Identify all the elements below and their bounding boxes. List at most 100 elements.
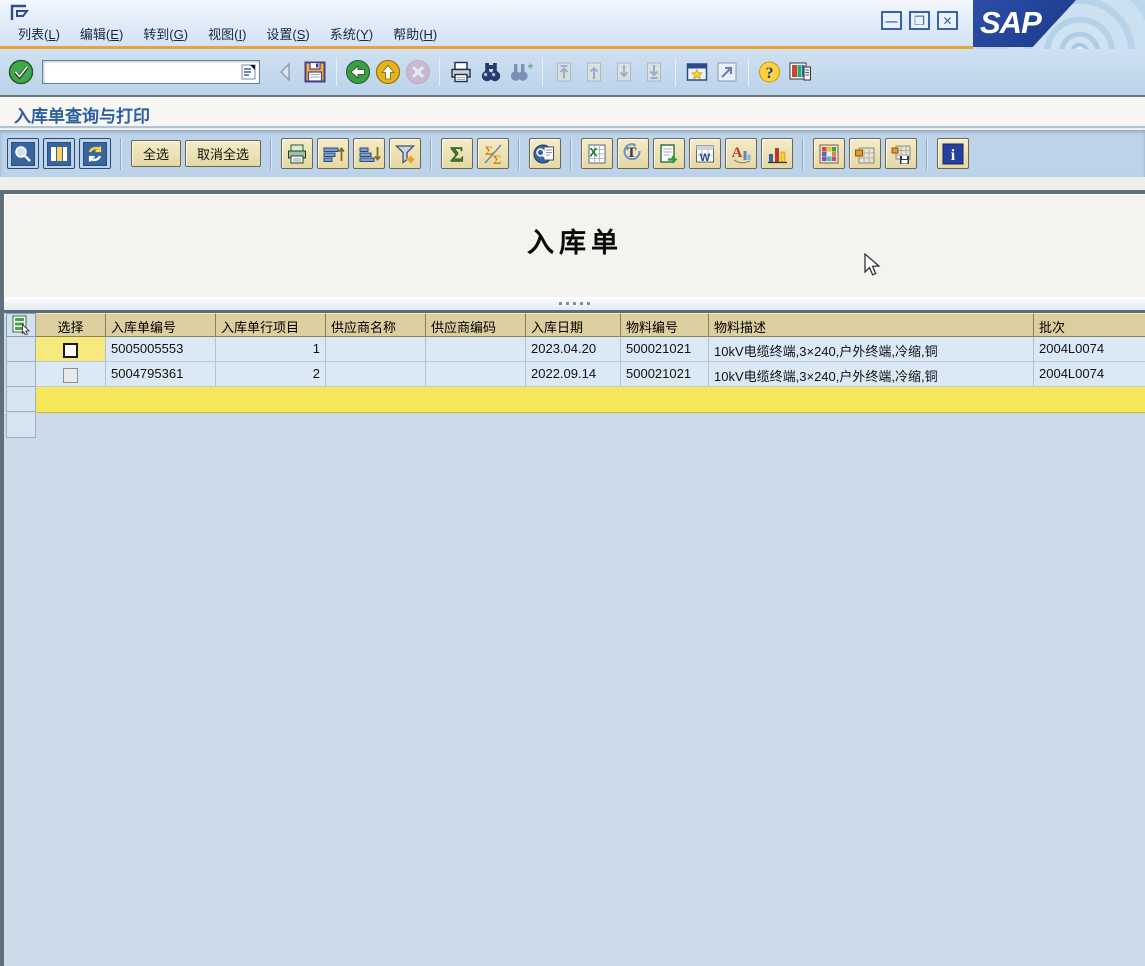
splitter-handle[interactable] (4, 297, 1145, 313)
content-area: 入库单 选择入库单编号入库单行项目供应商名称供应商编码入库日期物料编号物料描述批… (0, 177, 1145, 966)
table-cell[interactable]: 5005005553 (106, 337, 216, 362)
menu-item-L[interactable]: 列表(L) (18, 24, 60, 43)
mail-recipient-button[interactable]: W (689, 138, 721, 169)
local-file-button[interactable] (653, 138, 685, 169)
find-next-button[interactable] (506, 57, 536, 87)
back-button[interactable] (343, 57, 373, 87)
table-cell[interactable]: 2004L0074 (1034, 362, 1145, 387)
row-selector[interactable] (6, 337, 36, 362)
graphics-button[interactable] (761, 138, 793, 169)
column-header-1[interactable]: 入库单编号 (106, 313, 216, 337)
select-all-corner-button[interactable] (6, 313, 36, 337)
menu-item-G[interactable]: 转到(G) (143, 24, 188, 43)
table-cell[interactable]: 10kV电缆终端,3×240,户外终端,冷缩,铜 (709, 362, 1034, 387)
change-layout-button[interactable] (849, 138, 881, 169)
table-cell[interactable]: 2004L0074 (1034, 337, 1145, 362)
save-button[interactable] (300, 57, 330, 87)
find-button[interactable] (476, 57, 506, 87)
table-cell[interactable] (36, 362, 106, 387)
print-preview-button[interactable] (529, 138, 561, 169)
new-session-button[interactable] (682, 57, 712, 87)
table-cell[interactable]: 500021021 (621, 362, 709, 387)
row-checkbox[interactable] (63, 368, 78, 383)
collapse-command-field-button[interactable] (270, 57, 300, 87)
choose-layout-icon (817, 142, 841, 166)
minimize-button[interactable]: — (881, 11, 902, 30)
details-button[interactable] (7, 138, 39, 169)
abc-analysis-button[interactable]: A (725, 138, 757, 169)
total-button[interactable]: Σ (441, 138, 473, 169)
toolbar-separator (518, 138, 520, 170)
save-layout-button[interactable] (885, 138, 917, 169)
list-print-icon (285, 142, 309, 166)
table-cell[interactable]: 2022.09.14 (526, 362, 621, 387)
cancel-button[interactable] (403, 57, 433, 87)
column-header-0[interactable]: 选择 (36, 313, 106, 337)
column-header-2[interactable]: 入库单行项目 (216, 313, 326, 337)
table-cell[interactable]: 5004795361 (106, 362, 216, 387)
toolbar-separator (542, 58, 543, 86)
column-header-8[interactable]: 批次 (1034, 313, 1145, 337)
select-all-button[interactable]: 全选 (131, 140, 181, 167)
highlight-cell[interactable] (36, 387, 1145, 413)
deselect-all-button[interactable]: 取消全选 (185, 140, 261, 167)
exit-button[interactable] (373, 57, 403, 87)
menu-item-Y[interactable]: 系统(Y) (330, 24, 373, 43)
table-cell[interactable]: 500021021 (621, 337, 709, 362)
table-row[interactable]: 50050055531 2023.04.2050002102110kV电缆终端,3… (6, 337, 1145, 362)
page-down-button[interactable] (609, 57, 639, 87)
table-cell[interactable]: 1 (216, 337, 326, 362)
row-selector[interactable] (6, 413, 36, 438)
excel-export-button[interactable]: X (581, 138, 613, 169)
customize-layout-button[interactable] (785, 57, 815, 87)
command-field[interactable] (42, 60, 260, 84)
table-cell[interactable]: 2023.04.20 (526, 337, 621, 362)
column-header-6[interactable]: 物料编号 (621, 313, 709, 337)
subtotal-button[interactable]: ΣΣ (477, 138, 509, 169)
empty-highlight-row[interactable] (6, 387, 1145, 413)
maximize-button[interactable]: ❐ (909, 11, 930, 30)
print-button[interactable] (446, 57, 476, 87)
sap-logo: SAP (973, 0, 1076, 47)
table-cell[interactable] (36, 337, 106, 362)
table-cell[interactable] (326, 362, 426, 387)
word-processing-button[interactable]: T (617, 138, 649, 169)
row-selector[interactable] (6, 362, 36, 387)
help-button[interactable]: ? (755, 57, 785, 87)
command-list-icon[interactable] (241, 63, 257, 81)
table-row[interactable]: 50047953612 2022.09.1450002102110kV电缆终端,3… (6, 362, 1145, 387)
row-selector[interactable] (6, 387, 36, 412)
page-up-button[interactable] (579, 57, 609, 87)
menu-item-S[interactable]: 设置(S) (266, 24, 309, 43)
menu-item-I[interactable]: 视图(I) (208, 24, 246, 43)
application-toolbar: 全选取消全选 ΣΣΣ XT WAi (0, 130, 1145, 177)
refresh-button[interactable] (79, 138, 111, 169)
last-page-button[interactable] (639, 57, 669, 87)
table-cell[interactable] (326, 337, 426, 362)
table-cell[interactable]: 10kV电缆终端,3×240,户外终端,冷缩,铜 (709, 337, 1034, 362)
table-cell[interactable] (426, 362, 526, 387)
create-shortcut-button[interactable] (712, 57, 742, 87)
row-checkbox[interactable] (63, 343, 78, 358)
column-header-5[interactable]: 入库日期 (526, 313, 621, 337)
table-cell[interactable] (426, 337, 526, 362)
column-header-7[interactable]: 物料描述 (709, 313, 1034, 337)
info-button[interactable]: i (937, 138, 969, 169)
filter-button[interactable] (389, 138, 421, 169)
table-cell[interactable]: 2 (216, 362, 326, 387)
menu-item-E[interactable]: 编辑(E) (80, 24, 123, 43)
system-exit-icon[interactable] (9, 3, 33, 23)
main-panel: 入库单 选择入库单编号入库单行项目供应商名称供应商编码入库日期物料编号物料描述批… (0, 190, 1145, 966)
table-header-row: 选择入库单编号入库单行项目供应商名称供应商编码入库日期物料编号物料描述批次 (6, 313, 1145, 337)
menu-item-H[interactable]: 帮助(H) (393, 24, 437, 43)
choose-layout-button[interactable] (813, 138, 845, 169)
column-header-3[interactable]: 供应商名称 (326, 313, 426, 337)
sort-descending-button[interactable] (353, 138, 385, 169)
column-header-4[interactable]: 供应商编码 (426, 313, 526, 337)
print-list-button[interactable] (281, 138, 313, 169)
enter-button[interactable] (6, 57, 36, 87)
close-button[interactable]: ✕ (937, 11, 958, 30)
first-page-button[interactable] (549, 57, 579, 87)
choose-columns-button[interactable] (43, 138, 75, 169)
sort-ascending-button[interactable] (317, 138, 349, 169)
